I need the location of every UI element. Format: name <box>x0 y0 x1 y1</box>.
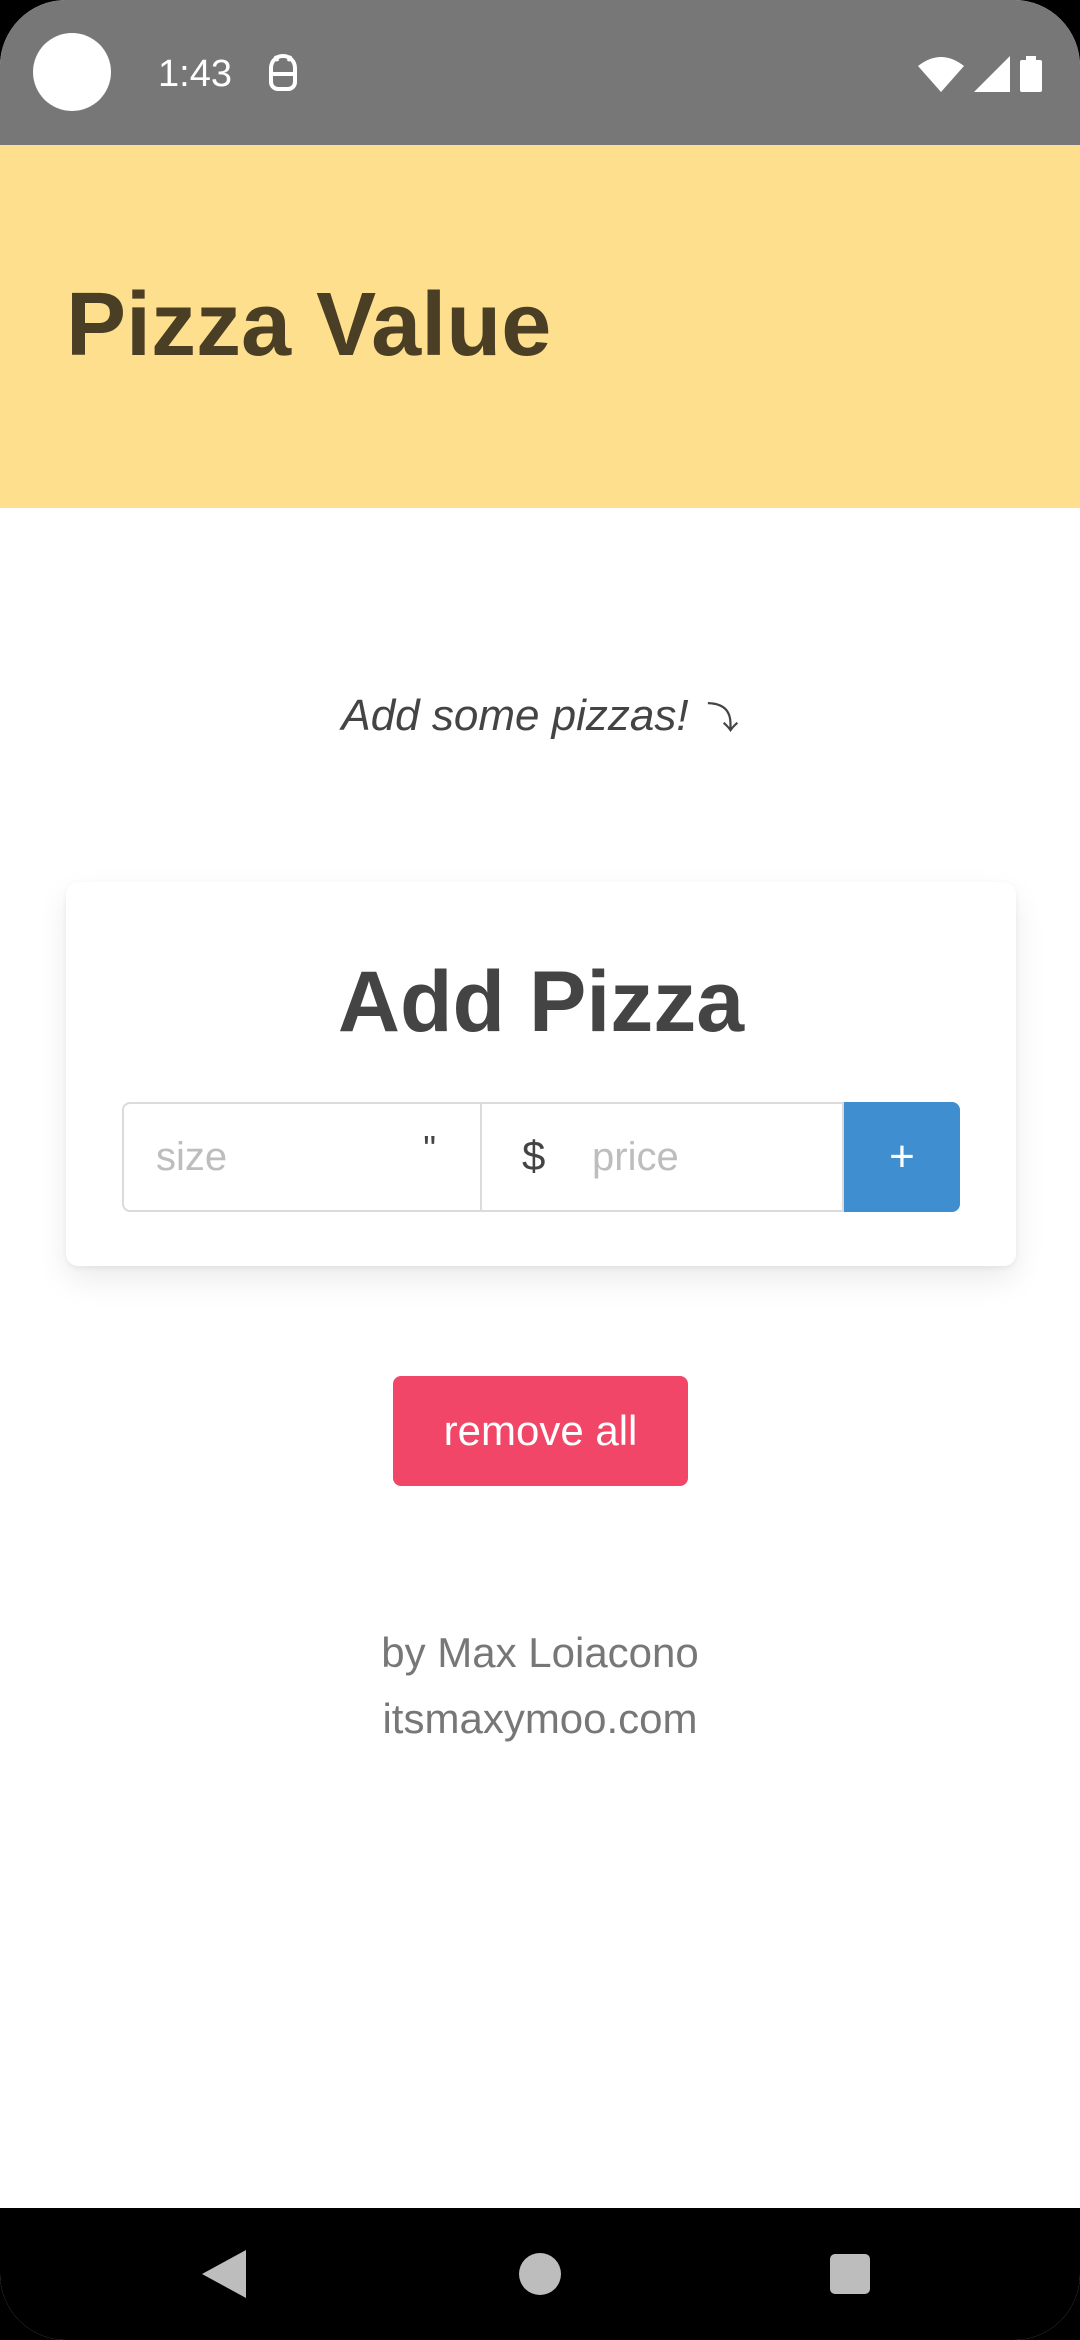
battery-icon <box>1020 56 1042 92</box>
size-input[interactable] <box>156 1132 406 1182</box>
home-circle-icon[interactable] <box>519 2253 561 2295</box>
recents-square-icon[interactable] <box>830 2254 870 2294</box>
add-pizza-card: Add Pizza " $ + <box>66 882 1016 1266</box>
prompt-text: Add some pizzas! <box>341 691 689 740</box>
size-field: " <box>122 1102 482 1212</box>
add-pizza-title: Add Pizza <box>337 954 745 1050</box>
page-title: Pizza Value <box>66 275 552 375</box>
currency-symbol: $ <box>522 1132 546 1179</box>
empty-state-prompt: Add some pizzas! ⤵ <box>0 688 1080 746</box>
status-icons <box>918 56 1042 92</box>
price-field: $ <box>482 1102 844 1212</box>
curved-arrow-down-icon: ⤵ <box>706 700 739 737</box>
back-triangle-icon[interactable] <box>202 2250 246 2298</box>
remove-all-button[interactable]: remove all <box>393 1376 688 1486</box>
system-nav-bar <box>0 2208 1080 2340</box>
website-link[interactable]: itsmaxymoo.com <box>0 1686 1080 1752</box>
inch-unit-label: " <box>423 1128 436 1169</box>
app-header: Pizza Value <box>0 145 1080 508</box>
footer: by Max Loiacono itsmaxymoo.com <box>0 1620 1080 1752</box>
status-time: 1:43 <box>158 53 232 95</box>
price-input[interactable] <box>592 1132 822 1182</box>
android-debug-icon <box>269 54 297 91</box>
add-pizza-button[interactable]: + <box>844 1102 960 1212</box>
wifi-icon <box>918 57 964 92</box>
camera-cutout <box>33 33 111 111</box>
cell-signal-icon <box>974 56 1010 92</box>
phone-screen: 1:43 Pizza Value Add some pizzas! ⤵ Add P… <box>0 0 1080 2340</box>
add-pizza-form: " $ + <box>122 1102 960 1212</box>
author-credit: by Max Loiacono <box>381 1629 699 1676</box>
status-bar: 1:43 <box>0 0 1080 145</box>
